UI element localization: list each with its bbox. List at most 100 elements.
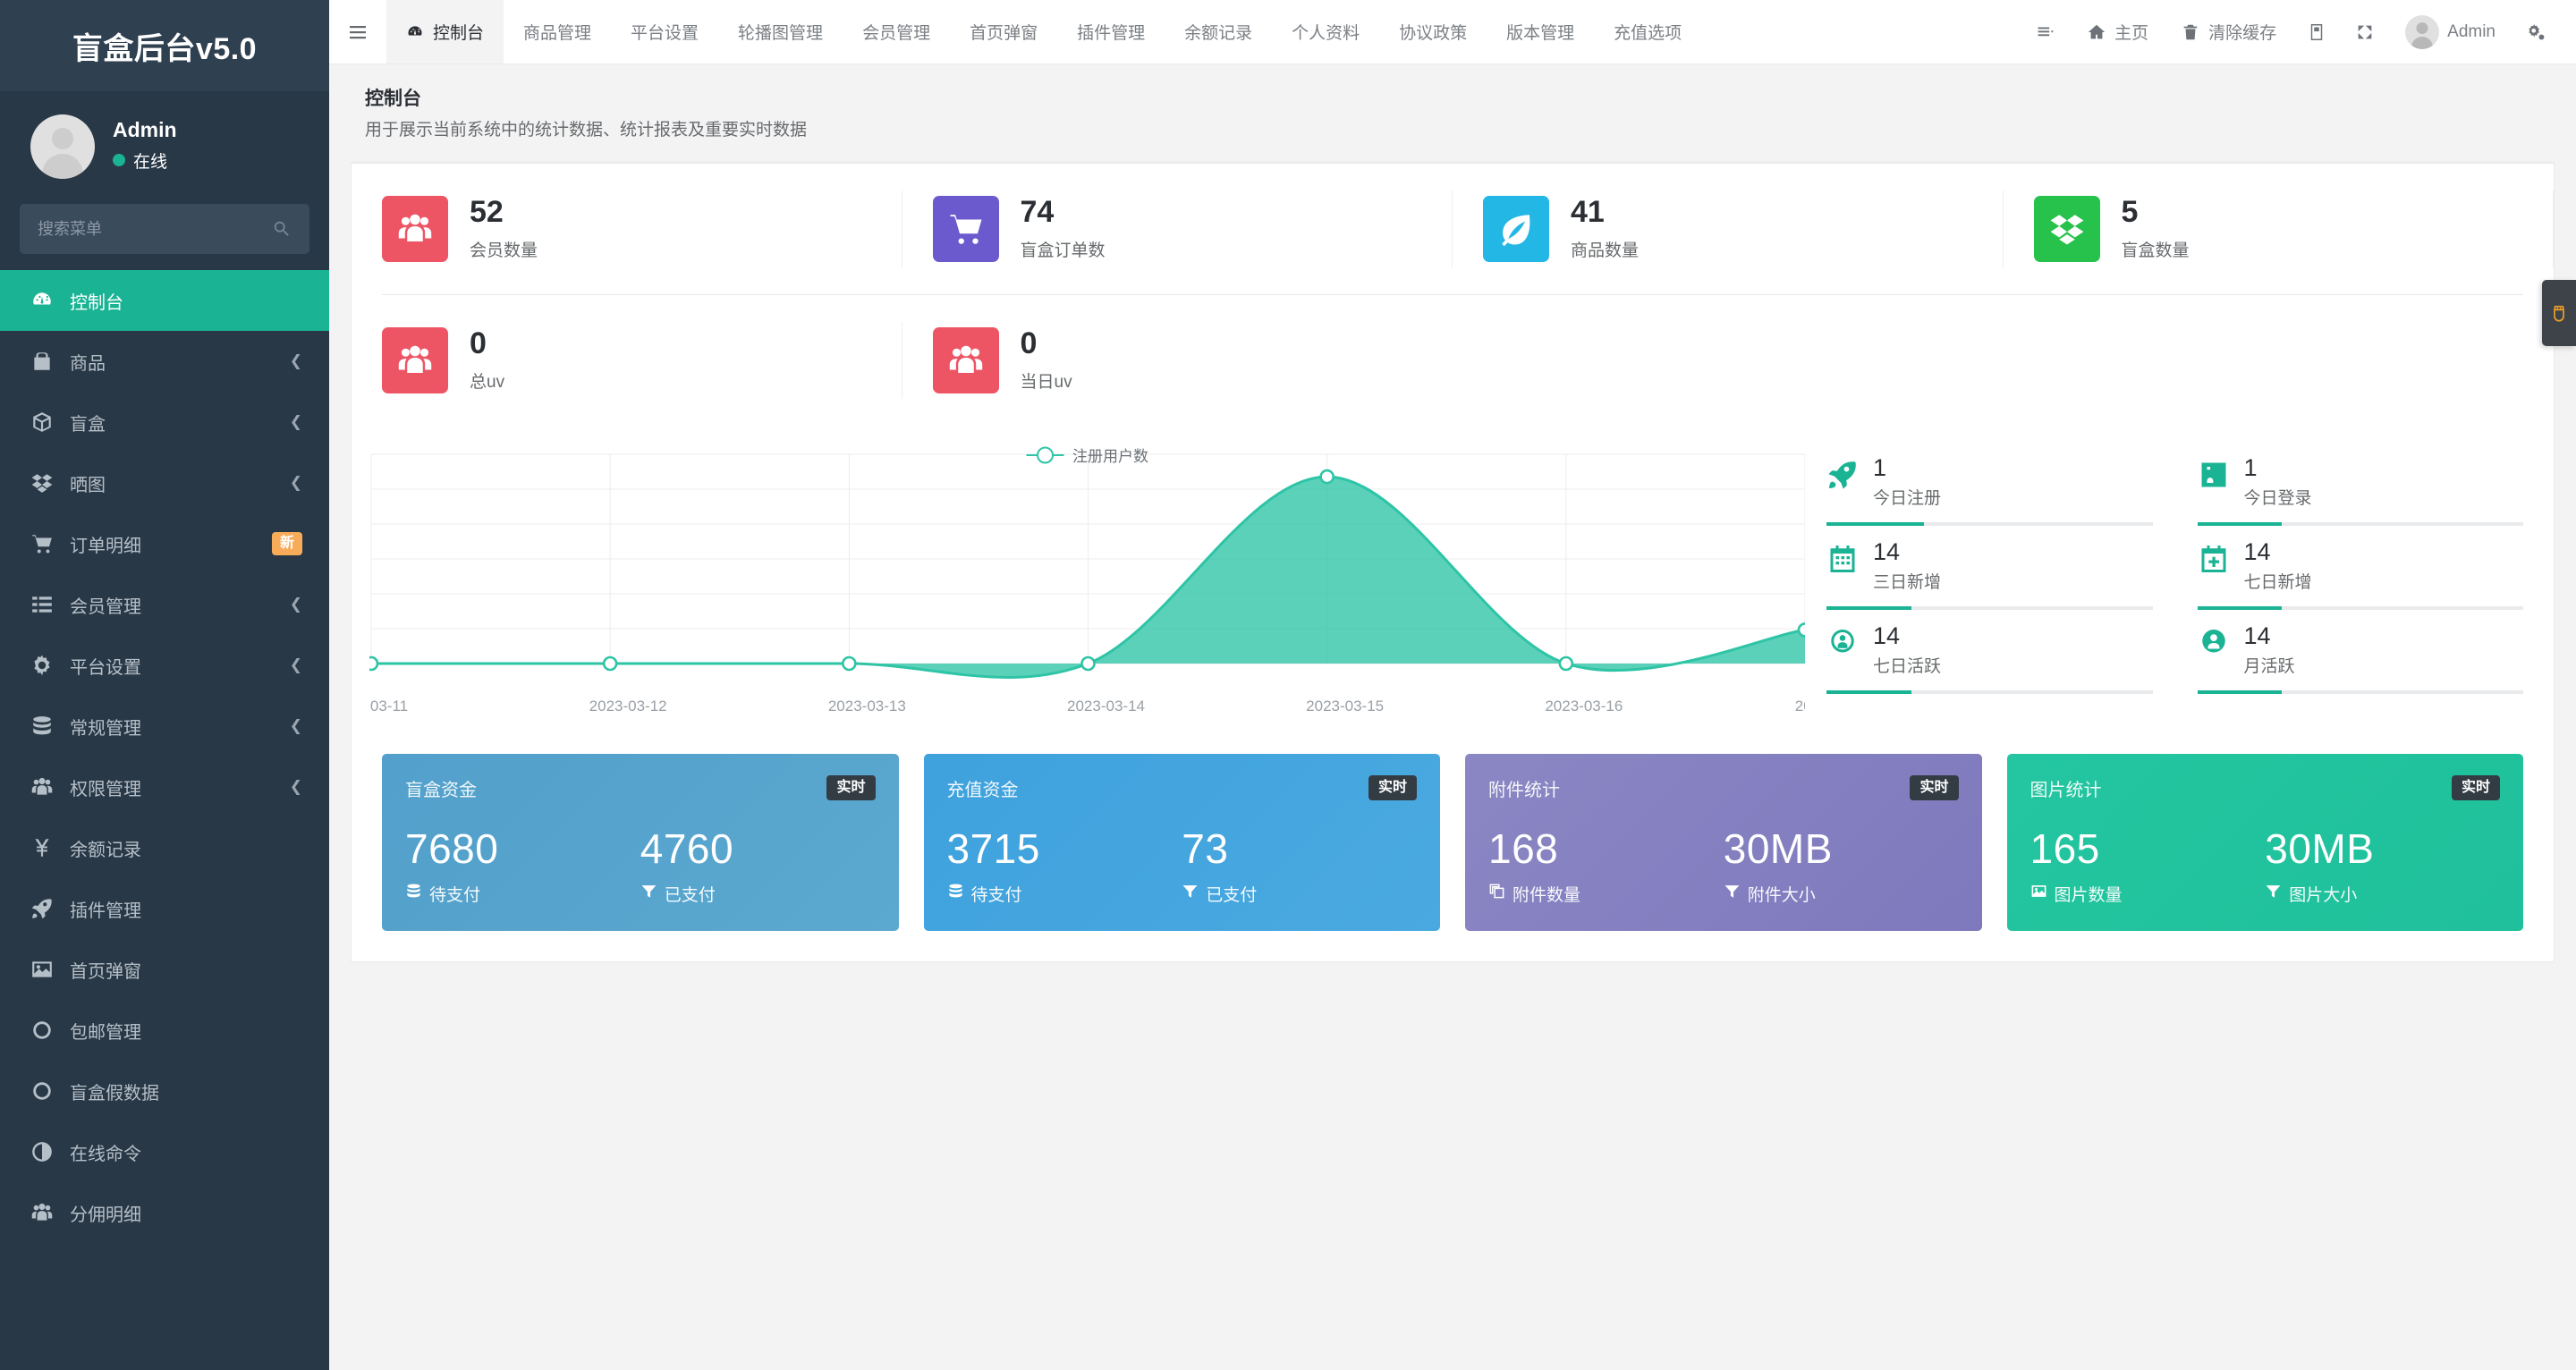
sidebar-item-11[interactable]: 首页弹窗 [0,939,329,1000]
rocket-icon [30,897,54,920]
sidebar-item-7[interactable]: 常规管理 ❮ [0,696,329,757]
list-caret-icon[interactable] [2022,0,2071,64]
users-icon [382,327,448,393]
mini-label: 七日新增 [2243,573,2312,593]
clear-cache-label: 清除缓存 [2208,24,2277,43]
summary-right-value: 73 [1182,825,1229,872]
home-button[interactable]: 主页 [2071,0,2165,64]
sidebar-logo[interactable]: 盲盒后台v5.0 [0,0,329,91]
chevron-left-icon[interactable]: ❮ [290,352,302,370]
usb-icon[interactable] [2542,280,2576,346]
users-icon [382,196,448,262]
sidebar-item-15[interactable]: 分佣明细 [0,1182,329,1243]
sidebar-item-2[interactable]: 盲盒 ❮ [0,392,329,452]
tab-2[interactable]: 平台设置 [611,0,718,63]
sidebar-item-9[interactable]: 余额记录 [0,817,329,878]
expand-icon[interactable] [2341,0,2389,64]
mini-stats-panel: 1 今日注册 1 今日登录 14 三日新增 14 七日新增 14 七日活跃 14 月活跃 [1805,438,2554,723]
sidebar-item-5[interactable]: 会员管理 ❮ [0,574,329,635]
page-subtitle: 用于展示当前系统中的统计数据、统计报表及重要实时数据 [365,121,808,140]
summary-left-value: 168 [1488,825,1559,872]
mini-text: 14 月活跃 [2244,623,2295,677]
tab-8[interactable]: 个人资料 [1272,0,1379,63]
sidebar-item-1[interactable]: 商品 ❮ [0,331,329,392]
tab-7[interactable]: 余额记录 [1165,0,1272,63]
hamburger-icon[interactable] [329,0,386,63]
chart-legend[interactable]: 注册用户数 [1026,444,1148,466]
tab-11[interactable]: 充值选项 [1594,0,1701,63]
sidebar-item-4[interactable]: 订单明细 新 [0,513,329,574]
sidebar-item-3[interactable]: 晒图 ❮ [0,452,329,513]
sidebar-item-10[interactable]: 插件管理 [0,878,329,939]
summary-card-head: 盲盒资金 实时 [405,775,876,801]
theme-icon[interactable] [2292,0,2341,64]
summary-left-sub: 待支付 [405,882,640,906]
summary-right-sub: 已支付 [640,882,876,906]
chevron-left-icon[interactable]: ❮ [290,656,302,674]
sidebar-item-12[interactable]: 包邮管理 [0,1000,329,1061]
dropbox-icon [2033,196,2100,262]
tab-label: 商品管理 [523,24,592,43]
stat-label: 总uv [470,372,505,392]
topbar-avatar [2405,14,2440,49]
sidebar-item-label: 分佣明细 [70,1205,141,1225]
tab-6[interactable]: 插件管理 [1057,0,1165,63]
summary-card-3[interactable]: 图片统计 实时 165 图片数量 30MB 图片大小 [2006,754,2523,931]
tab-5[interactable]: 首页弹窗 [950,0,1057,63]
mini-stats-grid: 1 今日注册 1 今日登录 14 三日新增 14 七日新增 14 七日活跃 14 月活跃 [1826,447,2523,699]
sidebar-item-6[interactable]: 平台设置 ❮ [0,635,329,696]
tab-9[interactable]: 协议政策 [1379,0,1487,63]
mini-value: 14 [2243,538,2271,565]
stat-value: 0 [470,326,487,361]
tab-10[interactable]: 版本管理 [1487,0,1594,63]
xtick-4: 2023-03-15 [1306,698,1385,715]
search-input[interactable] [38,219,272,239]
chevron-left-icon[interactable]: ❮ [290,413,302,431]
leaf-icon [1483,196,1549,262]
tab-3[interactable]: 轮播图管理 [718,0,843,63]
tab-1[interactable]: 商品管理 [504,0,611,63]
sidebar-item-13[interactable]: 盲盒假数据 [0,1061,329,1121]
sidebar-item-label: 控制台 [70,292,123,313]
mini-stat-5: 14 月活跃 [2197,615,2523,699]
chevron-left-icon[interactable]: ❮ [290,596,302,613]
stats-row-1: 52 会员数量 74 盲盒订单数 41 商品数量 5 盲盒数量 [352,164,2554,294]
search-box[interactable] [20,204,309,254]
tab-0[interactable]: 控制台 [386,0,504,63]
mini-label: 今日登录 [2243,489,2312,509]
sidebar-item-8[interactable]: 权限管理 ❮ [0,757,329,817]
summary-card-body: 7680 待支付 4760 已支付 [405,828,876,906]
summary-card-head: 附件统计 实时 [1488,775,1959,801]
chevron-left-icon[interactable]: ❮ [290,778,302,796]
summary-card-0[interactable]: 盲盒资金 实时 7680 待支付 4760 已支付 [382,754,899,931]
summary-card-head: 充值资金 实时 [946,775,1417,801]
legend-marker-icon [1026,453,1063,456]
summary-card-2[interactable]: 附件统计 实时 168 附件数量 30MB 附件大小 [1465,754,1982,931]
chevron-left-icon[interactable]: ❮ [290,717,302,735]
summary-right-value: 4760 [640,825,734,872]
users-icon [932,327,999,393]
sidebar-profile[interactable]: Admin 在线 [0,91,329,195]
stat-spacer [2004,295,2555,426]
trash-icon [2183,24,2198,39]
tab-label: 充值选项 [1614,24,1682,43]
clone-icon [1488,883,1505,905]
tab-4[interactable]: 会员管理 [843,0,950,63]
stat-card-stats_row1-0: 52 会员数量 [352,164,902,294]
summary-card-title: 充值资金 [946,781,1019,800]
summary-left-label: 附件数量 [1513,886,1581,905]
summary-card-1[interactable]: 充值资金 实时 3715 待支付 73 已支付 [923,754,1440,931]
gear-icon [30,654,54,677]
stat-text: 41 商品数量 [1571,196,1639,261]
clear-cache-button[interactable]: 清除缓存 [2165,0,2292,64]
chevron-left-icon[interactable]: ❮ [290,474,302,492]
sidebar-item-14[interactable]: 在线命令 [0,1121,329,1182]
gears-icon[interactable] [2512,0,2560,64]
mini-stat-2: 14 三日新增 [1826,531,2153,615]
sidebar-item-0[interactable]: 控制台 [0,270,329,331]
mini-progress [1826,690,2153,694]
summary-col-right: 73 已支付 [1182,828,1417,906]
search-icon[interactable] [272,219,292,239]
user-menu[interactable]: Admin [2389,0,2512,64]
tab-label: 协议政策 [1399,24,1468,43]
